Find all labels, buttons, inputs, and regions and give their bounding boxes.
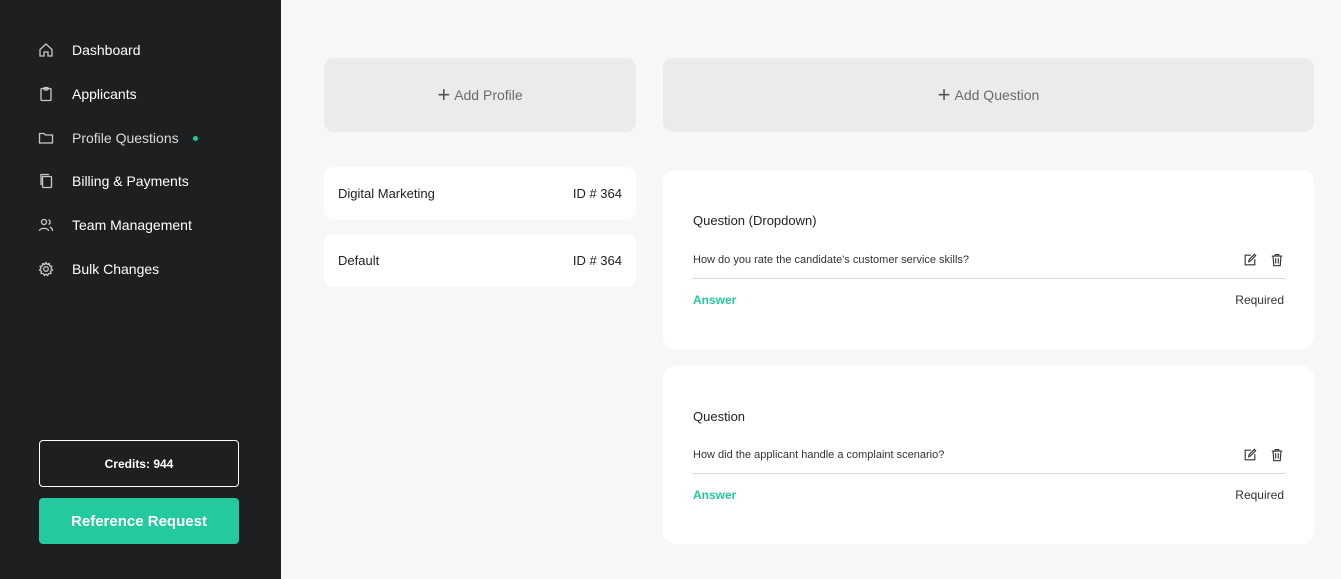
add-question-button[interactable]: + Add Question	[663, 58, 1314, 132]
active-indicator-dot	[192, 135, 198, 141]
profile-card-default[interactable]: Default ID # 364	[324, 234, 636, 287]
sidebar-item-billing-payments[interactable]: Billing & Payments	[38, 170, 189, 192]
home-icon	[38, 42, 54, 58]
sidebar-item-applicants[interactable]: Applicants	[38, 83, 137, 105]
sidebar-item-label: Dashboard	[72, 42, 141, 58]
clipboard-icon	[38, 86, 54, 102]
sidebar-item-label: Billing & Payments	[72, 173, 189, 189]
credits-badge: Credits: 944	[39, 440, 239, 487]
profile-card-digital-marketing[interactable]: Digital Marketing ID # 364	[324, 167, 636, 220]
gear-icon	[38, 261, 54, 277]
sidebar-item-label: Bulk Changes	[72, 261, 160, 277]
edit-icon[interactable]	[1242, 447, 1258, 463]
plus-icon: +	[437, 82, 451, 107]
sidebar-item-label: Team Management	[72, 217, 192, 233]
question-card: Question (Dropdown) How do you rate the …	[663, 170, 1314, 349]
edit-icon[interactable]	[1242, 252, 1258, 268]
add-profile-button[interactable]: + Add Profile	[324, 58, 636, 132]
users-icon	[38, 217, 54, 233]
sidebar-item-bulk-changes[interactable]: Bulk Changes	[38, 258, 159, 280]
question-type: Question	[693, 409, 746, 424]
sidebar-item-label: Applicants	[72, 86, 137, 102]
question-type: Question (Dropdown)	[693, 213, 817, 228]
add-question-label: Add Question	[954, 87, 1040, 103]
question-text: How did the applicant handle a complaint…	[693, 449, 945, 461]
answer-link[interactable]: Answer	[693, 488, 736, 502]
add-profile-label: Add Profile	[454, 87, 523, 103]
profile-id: ID # 364	[572, 253, 622, 268]
reference-request-button[interactable]: Reference Request	[39, 498, 239, 544]
required-label: Required	[1235, 488, 1284, 502]
trash-icon[interactable]	[1269, 447, 1285, 463]
divider	[693, 473, 1285, 474]
profile-name: Default	[338, 253, 380, 268]
copy-icon	[38, 173, 54, 189]
profile-id: ID # 364	[572, 186, 622, 201]
question-text: How do you rate the candidate's customer…	[693, 254, 970, 266]
sidebar: Dashboard Applicants Profile Questions B…	[0, 0, 281, 579]
question-card: Question How did the applicant handle a …	[663, 366, 1314, 544]
plus-icon: +	[937, 82, 951, 107]
trash-icon[interactable]	[1269, 252, 1285, 268]
profile-name: Digital Marketing	[338, 186, 435, 201]
answer-link[interactable]: Answer	[693, 293, 736, 307]
sidebar-item-team-management[interactable]: Team Management	[38, 214, 192, 236]
divider	[693, 278, 1285, 279]
folder-icon	[38, 130, 54, 146]
sidebar-item-dashboard[interactable]: Dashboard	[38, 39, 141, 61]
sidebar-item-label: Profile Questions	[72, 130, 179, 146]
sidebar-item-profile-questions[interactable]: Profile Questions	[38, 127, 198, 149]
required-label: Required	[1235, 293, 1284, 307]
